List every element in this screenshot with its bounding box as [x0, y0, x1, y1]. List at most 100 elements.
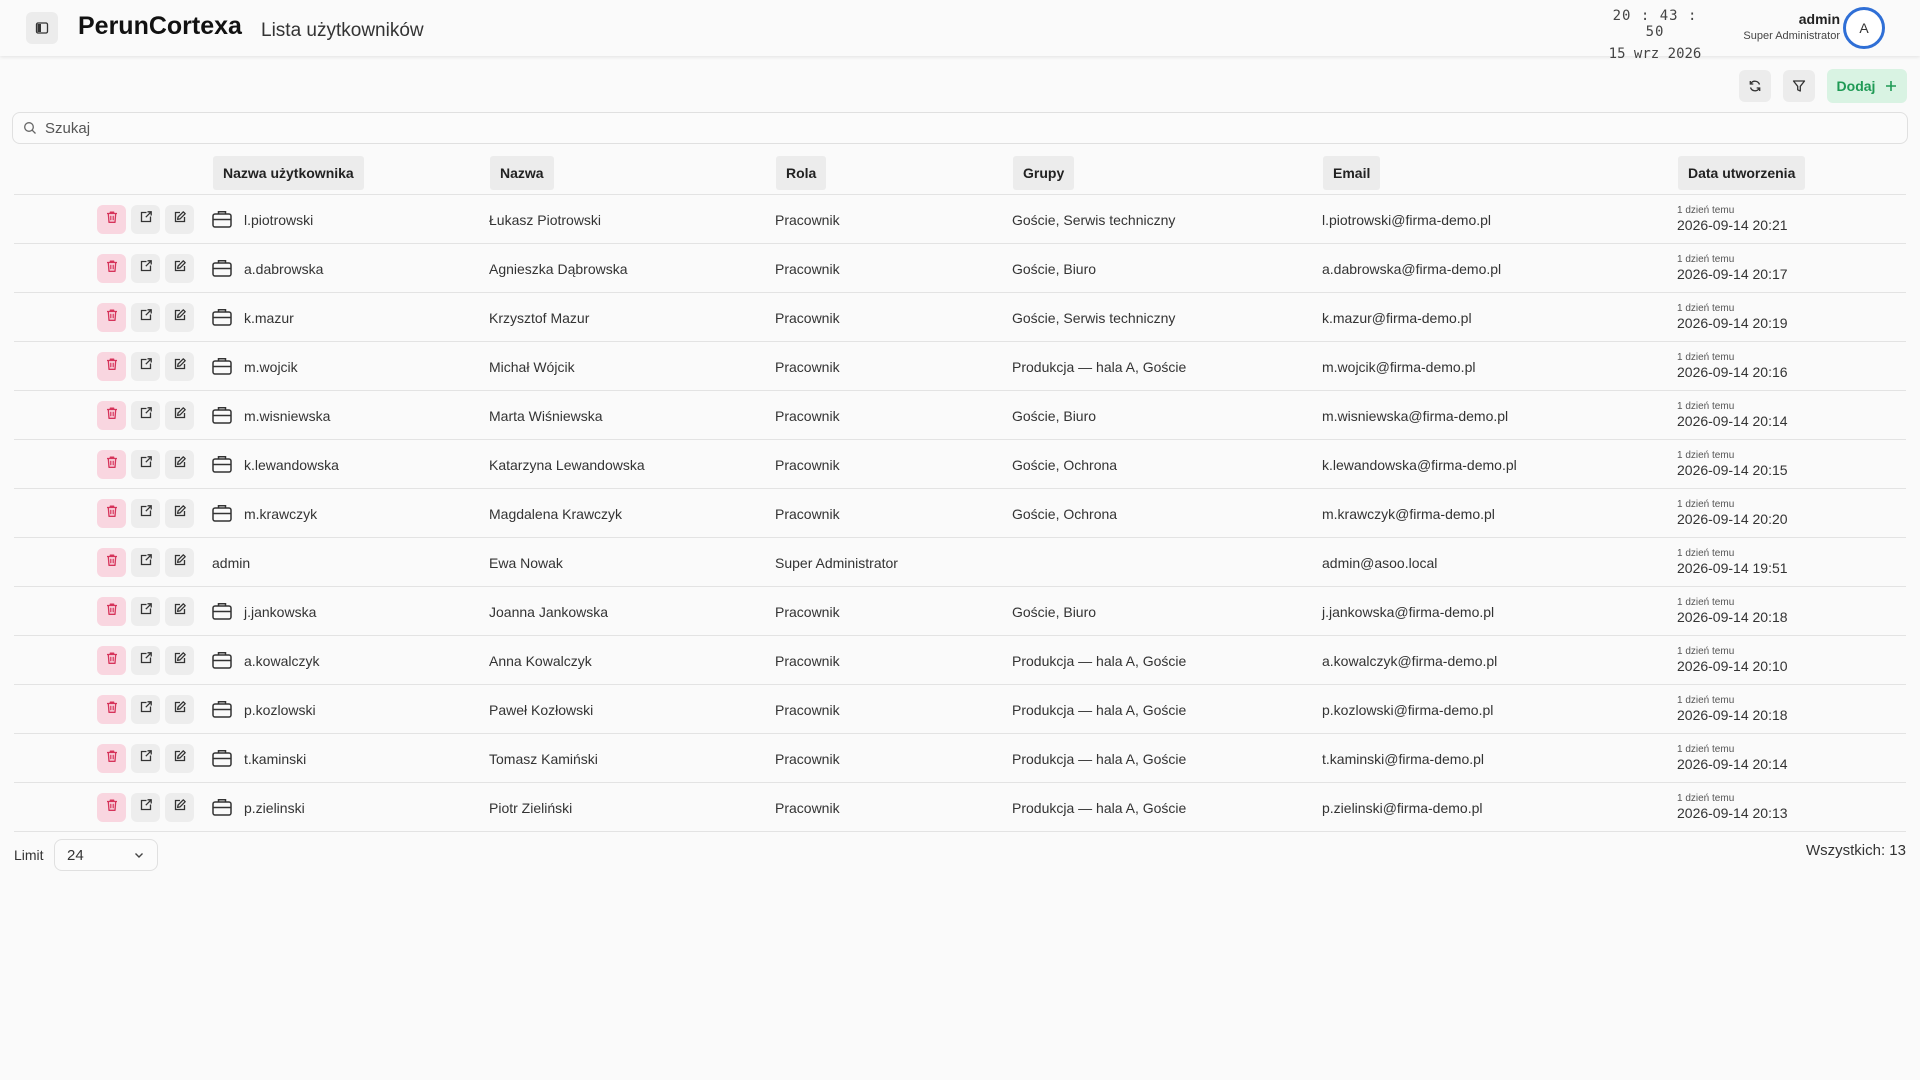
open-button[interactable] — [131, 352, 160, 381]
delete-button[interactable] — [97, 695, 126, 724]
open-button[interactable] — [131, 254, 160, 283]
open-button[interactable] — [131, 499, 160, 528]
external-link-icon — [139, 259, 153, 278]
trash-icon — [105, 357, 119, 376]
cell-email: m.wojcik@firma-demo.pl — [1322, 358, 1476, 375]
edit-button[interactable] — [165, 499, 194, 528]
filter-button[interactable] — [1783, 70, 1815, 102]
open-button[interactable] — [131, 646, 160, 675]
open-button[interactable] — [131, 597, 160, 626]
table-row[interactable]: k.lewandowska Katarzyna Lewandowska Pracow… — [14, 440, 1906, 489]
cell-groups: Produkcja — hala A, Goście — [1012, 799, 1187, 816]
avatar[interactable]: A — [1843, 7, 1885, 49]
column-header-email[interactable]: Email — [1323, 156, 1381, 190]
open-button[interactable] — [131, 205, 160, 234]
cell-username: k.lewandowska — [244, 456, 339, 473]
created-date: 2026-09-14 19:51 — [1677, 560, 1788, 576]
open-button[interactable] — [131, 548, 160, 577]
delete-button[interactable] — [97, 352, 126, 381]
add-button[interactable]: Dodaj — [1827, 69, 1907, 103]
cell-created: 1 dzień temu 2026-09-14 20:21 — [1677, 195, 1788, 244]
edit-icon — [173, 357, 187, 376]
open-button[interactable] — [131, 450, 160, 479]
limit-select[interactable]: 24 — [54, 839, 158, 871]
search-input[interactable] — [45, 119, 1845, 137]
table-row[interactable]: admin Ewa Nowak Super Administrator admin@a… — [14, 538, 1906, 587]
open-button[interactable] — [131, 303, 160, 332]
open-button[interactable] — [131, 793, 160, 822]
table-row[interactable]: j.jankowska Joanna Jankowska Pracownik Gośc… — [14, 587, 1906, 636]
sidebar-toggle-button[interactable] — [26, 12, 58, 44]
edit-button[interactable] — [165, 450, 194, 479]
created-date: 2026-09-14 20:18 — [1677, 609, 1788, 625]
delete-button[interactable] — [97, 205, 126, 234]
column-header-created[interactable]: Data utworzenia — [1678, 156, 1806, 190]
external-link-icon — [139, 406, 153, 425]
table-row[interactable]: a.kowalczyk Anna Kowalczyk Pracownik Produk… — [14, 636, 1906, 685]
edit-icon — [173, 749, 187, 768]
edit-button[interactable] — [165, 303, 194, 332]
cell-role: Super Administrator — [775, 554, 898, 571]
edit-button[interactable] — [165, 597, 194, 626]
cell-created: 1 dzień temu 2026-09-14 20:17 — [1677, 244, 1788, 293]
table-row[interactable]: t.kaminski Tomasz Kamiński Pracownik Produk… — [14, 734, 1906, 783]
delete-button[interactable] — [97, 303, 126, 332]
briefcase-icon — [211, 356, 233, 376]
delete-button[interactable] — [97, 793, 126, 822]
delete-button[interactable] — [97, 548, 126, 577]
cell-username: a.kowalczyk — [244, 652, 320, 669]
column-header-name[interactable]: Nazwa — [490, 156, 554, 190]
open-button[interactable] — [131, 744, 160, 773]
column-header-username[interactable]: Nazwa użytkownika — [213, 156, 364, 190]
edit-button[interactable] — [165, 352, 194, 381]
edit-button[interactable] — [165, 205, 194, 234]
search-bar[interactable] — [12, 112, 1908, 144]
delete-button[interactable] — [97, 597, 126, 626]
edit-button[interactable] — [165, 254, 194, 283]
column-header-groups[interactable]: Grupy — [1013, 156, 1075, 190]
trash-icon — [105, 798, 119, 817]
cell-username: j.jankowska — [244, 603, 317, 620]
delete-button[interactable] — [97, 744, 126, 773]
cell-username: a.dabrowska — [244, 260, 324, 277]
table-row[interactable]: k.mazur Krzysztof Mazur Pracownik Goście, S… — [14, 293, 1906, 342]
open-button[interactable] — [131, 401, 160, 430]
table-row[interactable]: p.kozlowski Paweł Kozłowski Pracownik Produ… — [14, 685, 1906, 734]
edit-button[interactable] — [165, 646, 194, 675]
delete-button[interactable] — [97, 401, 126, 430]
edit-icon — [173, 259, 187, 278]
open-button[interactable] — [131, 695, 160, 724]
delete-button[interactable] — [97, 499, 126, 528]
table-row[interactable]: m.krawczyk Magdalena Krawczyk Pracownik Goś… — [14, 489, 1906, 538]
edit-button[interactable] — [165, 695, 194, 724]
cell-username: k.mazur — [244, 309, 294, 326]
refresh-button[interactable] — [1739, 70, 1771, 102]
edit-button[interactable] — [165, 744, 194, 773]
cell-groups: Goście, Serwis techniczny — [1012, 309, 1176, 326]
cell-name: Michał Wójcik — [489, 358, 575, 375]
external-link-icon — [139, 602, 153, 621]
edit-button[interactable] — [165, 548, 194, 577]
delete-button[interactable] — [97, 254, 126, 283]
table-row[interactable]: p.zielinski Piotr Zieliński Pracownik Produ… — [14, 783, 1906, 832]
briefcase-icon — [211, 258, 233, 278]
app-title: PerunCortexa — [78, 12, 242, 40]
delete-button[interactable] — [97, 646, 126, 675]
edit-button[interactable] — [165, 401, 194, 430]
table-row[interactable]: m.wojcik Michał Wójcik Pracownik Produkcja … — [14, 342, 1906, 391]
trash-icon — [105, 602, 119, 621]
external-link-icon — [139, 210, 153, 229]
user-info: admin Super Administrator — [1700, 11, 1840, 42]
cell-groups: Goście, Ochrona — [1012, 456, 1118, 473]
table-row[interactable]: l.piotrowski Łukasz Piotrowski Pracownik Go… — [14, 195, 1906, 244]
table-row[interactable]: a.dabrowska Agnieszka Dąbrowska Pracownik G… — [14, 244, 1906, 293]
column-header-role[interactable]: Rola — [776, 156, 827, 190]
table-row[interactable]: m.wisniewska Marta Wiśniewska Pracownik Goś… — [14, 391, 1906, 440]
trash-icon — [105, 455, 119, 474]
delete-button[interactable] — [97, 450, 126, 479]
cell-role: Pracownik — [775, 309, 840, 326]
user-name: admin — [1798, 11, 1840, 27]
edit-button[interactable] — [165, 793, 194, 822]
briefcase-icon — [211, 601, 233, 621]
cell-role: Pracownik — [775, 505, 840, 522]
